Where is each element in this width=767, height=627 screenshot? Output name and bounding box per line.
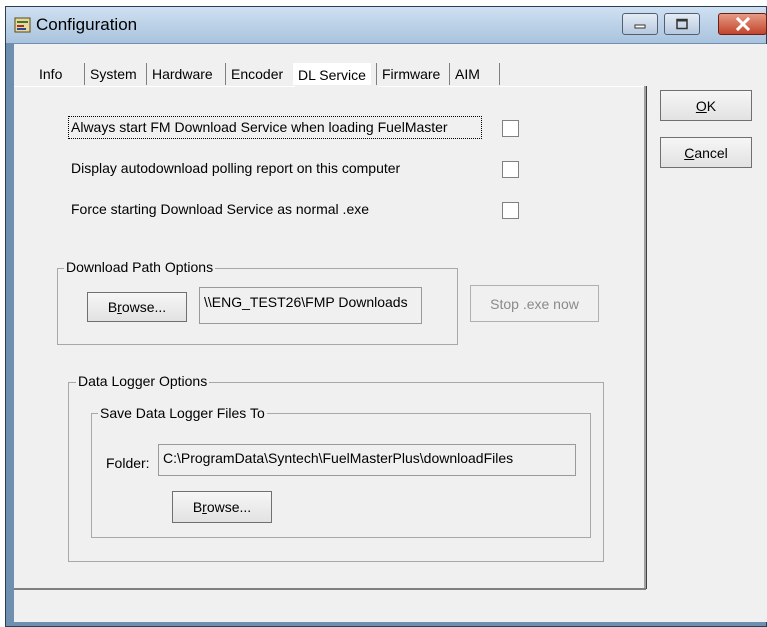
- tab-encoder[interactable]: Encoder: [225, 63, 288, 85]
- panel-right-edge: [644, 86, 647, 589]
- ok-mnemonic: O: [695, 97, 707, 114]
- tab-aim[interactable]: AIM: [449, 63, 485, 85]
- browse-label-pre: B: [107, 299, 118, 315]
- ok-label-post: K: [706, 97, 717, 114]
- tab-system[interactable]: System: [84, 63, 142, 85]
- panel-top-edge: [378, 86, 646, 87]
- panel-top-edge: [14, 86, 295, 87]
- stop-exe-button[interactable]: Stop .exe now: [470, 285, 599, 322]
- tab-divider: [499, 63, 500, 85]
- tab-dl-service[interactable]: DL Service: [293, 63, 371, 85]
- save-logger-files-group-label: Save Data Logger Files To: [98, 405, 267, 421]
- minimize-button[interactable]: [622, 13, 658, 35]
- browse-label-post: owse...: [121, 299, 167, 315]
- checkbox-display-polling[interactable]: [502, 161, 519, 178]
- checkbox-always-start[interactable]: [502, 120, 519, 137]
- checkbox-force-exe[interactable]: [502, 202, 519, 219]
- cancel-label-post: ancel: [694, 144, 728, 161]
- option-label-display-polling[interactable]: Display autodownload polling report on t…: [71, 160, 400, 176]
- ok-button[interactable]: OK: [660, 90, 752, 121]
- folder-field[interactable]: C:\ProgramData\Syntech\FuelMasterPlus\do…: [158, 444, 576, 476]
- minimize-icon: [634, 24, 646, 29]
- download-path-group-label: Download Path Options: [64, 259, 216, 275]
- browse-label-post: owse...: [206, 499, 252, 515]
- data-logger-group-label: Data Logger Options: [76, 373, 210, 389]
- option-label-always-start[interactable]: Always start FM Download Service when lo…: [71, 119, 448, 135]
- download-path-browse-button[interactable]: Br owse...: [87, 292, 187, 322]
- browse-label-pre: B: [192, 499, 203, 515]
- close-icon: [735, 17, 750, 31]
- folder-label: Folder:: [106, 455, 150, 471]
- tab-hardware[interactable]: Hardware: [146, 63, 218, 85]
- maximize-icon: [676, 18, 688, 30]
- cancel-mnemonic: C: [684, 144, 695, 161]
- configuration-app-icon: [14, 16, 32, 34]
- download-path-field[interactable]: \\ENG_TEST26\FMP Downloads: [199, 287, 422, 324]
- panel-bottom-edge: [14, 588, 646, 590]
- tab-info[interactable]: Info: [34, 63, 67, 85]
- window-title: Configuration: [36, 15, 138, 34]
- tab-firmware[interactable]: Firmware: [376, 63, 445, 85]
- cancel-button[interactable]: Cancel: [660, 137, 752, 168]
- maximize-button[interactable]: [664, 13, 700, 35]
- data-logger-browse-button[interactable]: Br owse...: [172, 491, 272, 523]
- close-button[interactable]: [718, 13, 767, 35]
- option-label-force-exe[interactable]: Force starting Download Service as norma…: [71, 201, 369, 217]
